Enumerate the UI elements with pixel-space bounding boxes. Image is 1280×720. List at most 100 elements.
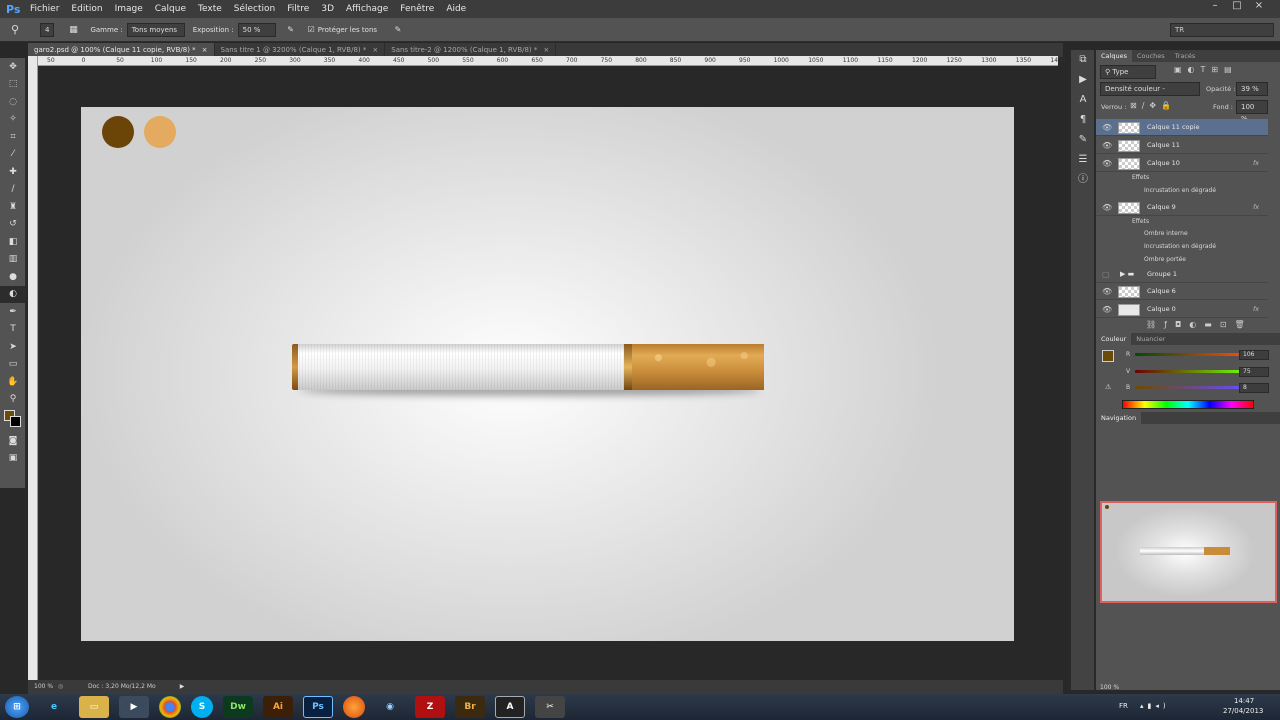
navigator-preview[interactable] bbox=[1100, 501, 1277, 603]
v-value[interactable]: 75 bbox=[1239, 367, 1269, 377]
hand-tool-icon[interactable]: ✋ bbox=[0, 373, 26, 391]
layer-row[interactable]: 👁 Calque 6 bbox=[1096, 283, 1268, 300]
menu-edition[interactable]: Edition bbox=[71, 4, 102, 14]
tab-close-icon[interactable]: × bbox=[543, 46, 549, 54]
zoom-tool-icon[interactable]: ⚲ bbox=[0, 391, 26, 409]
effect-item[interactable]: Incrustation en dégradé bbox=[1144, 185, 1216, 197]
path-select-tool-icon[interactable]: ➤ bbox=[0, 338, 26, 356]
brush-tool-icon[interactable]: ∕ bbox=[0, 181, 26, 199]
filezilla-icon[interactable]: Z bbox=[415, 696, 445, 718]
system-tray-icons[interactable]: ▴▮◂) bbox=[1140, 702, 1170, 710]
menu-texte[interactable]: Texte bbox=[198, 4, 222, 14]
menu-affichage[interactable]: Affichage bbox=[346, 4, 388, 14]
tab-couleur[interactable]: Couleur bbox=[1096, 333, 1132, 345]
lock-icons[interactable]: ⊠∕✥🔒 bbox=[1130, 101, 1176, 110]
menu-fenetre[interactable]: Fenêtre bbox=[400, 4, 434, 14]
visibility-eye-icon[interactable]: 👁 bbox=[1102, 283, 1112, 300]
fx-icon[interactable]: fx bbox=[1253, 199, 1259, 216]
screen-mode-icon[interactable]: ▣ bbox=[0, 450, 26, 468]
photoshop-taskbar-icon[interactable]: Ps bbox=[303, 696, 333, 718]
internet-explorer-icon[interactable]: e bbox=[39, 696, 69, 718]
tab-close-icon[interactable]: × bbox=[372, 46, 378, 54]
illustrator-icon[interactable]: Ai bbox=[263, 696, 293, 718]
visibility-eye-icon[interactable]: 👁 bbox=[1102, 301, 1112, 318]
pen-tool-icon[interactable]: ✒ bbox=[0, 303, 26, 321]
lasso-tool-icon[interactable]: ◌ bbox=[0, 93, 26, 111]
b-slider[interactable] bbox=[1135, 386, 1246, 389]
visibility-eye-icon[interactable]: ▢ bbox=[1102, 266, 1110, 283]
language-indicator[interactable]: FR bbox=[1119, 702, 1128, 710]
menu-aide[interactable]: Aide bbox=[446, 4, 466, 14]
warning-icon[interactable]: ⚠ bbox=[1105, 383, 1111, 391]
menu-3d[interactable]: 3D bbox=[321, 4, 334, 14]
b-value[interactable]: 8 bbox=[1239, 383, 1269, 393]
r-value[interactable]: 106 bbox=[1239, 350, 1269, 360]
move-tool-icon[interactable]: ✥ bbox=[0, 58, 26, 76]
menu-selection[interactable]: Sélection bbox=[234, 4, 275, 14]
color-spectrum[interactable] bbox=[1122, 400, 1254, 409]
layer-row[interactable]: 👁 Calque 11 copie bbox=[1096, 119, 1268, 136]
menu-fichier[interactable]: Fichier bbox=[30, 4, 59, 14]
effect-item[interactable]: Incrustation en dégradé bbox=[1144, 241, 1216, 253]
r-slider[interactable] bbox=[1135, 353, 1246, 356]
color-swatches-icon[interactable] bbox=[0, 408, 26, 432]
zoom-level[interactable]: 100 % bbox=[28, 680, 58, 694]
visibility-eye-icon[interactable]: 👁 bbox=[1102, 199, 1112, 216]
effect-item[interactable]: Ombre portée bbox=[1144, 254, 1186, 266]
airbrush-icon[interactable]: ✎ bbox=[282, 25, 300, 34]
blend-mode-select[interactable]: Densité couleur - bbox=[1100, 82, 1200, 96]
messenger-icon[interactable]: ◉ bbox=[375, 696, 405, 718]
tab-navigation[interactable]: Navigation bbox=[1096, 412, 1142, 424]
tab-close-icon[interactable]: × bbox=[202, 46, 208, 54]
brush-presets-icon[interactable]: ✎ bbox=[1071, 130, 1095, 150]
tab-traces[interactable]: Tracés bbox=[1170, 50, 1201, 62]
gradient-tool-icon[interactable]: ▥ bbox=[0, 251, 26, 269]
text-tool-icon[interactable]: T bbox=[0, 321, 26, 339]
pressure-icon[interactable]: ✎ bbox=[389, 25, 407, 34]
quick-select-tool-icon[interactable]: ✧ bbox=[0, 111, 26, 129]
layer-row[interactable]: 👁 Calque 9 fx bbox=[1096, 199, 1268, 216]
skype-icon[interactable]: S bbox=[191, 696, 213, 718]
adjustments-icon[interactable]: ☰ bbox=[1071, 150, 1095, 170]
layer-group-row[interactable]: ▢ ▶ ▬ Groupe 1 bbox=[1096, 266, 1268, 283]
gamme-select[interactable]: Tons moyens bbox=[126, 22, 185, 37]
layer-filter-icons[interactable]: ▣◐T⊞▤ bbox=[1174, 65, 1238, 74]
fx-icon[interactable]: fx bbox=[1253, 301, 1259, 318]
history-panel-icon[interactable]: ⧉ bbox=[1071, 50, 1095, 70]
bridge-icon[interactable]: Br bbox=[455, 696, 485, 718]
character-panel-icon[interactable]: A bbox=[1071, 90, 1095, 110]
fill-field[interactable]: 100 % bbox=[1236, 100, 1268, 123]
group-folder-icon[interactable]: ▶ ▬ bbox=[1120, 266, 1134, 283]
menu-image[interactable]: Image bbox=[115, 4, 143, 14]
exposition-field[interactable]: 50 % bbox=[237, 22, 276, 37]
start-button-icon[interactable]: ⊞ bbox=[5, 696, 29, 718]
visibility-eye-icon[interactable]: 👁 bbox=[1102, 137, 1112, 154]
status-menu-icon[interactable]: ▶ bbox=[180, 680, 185, 694]
workspace-select[interactable]: TR bbox=[1170, 23, 1274, 37]
visibility-eye-icon[interactable]: 👁 bbox=[1102, 155, 1112, 172]
tab-calques[interactable]: Calques bbox=[1096, 50, 1132, 62]
file-explorer-icon[interactable]: ▭ bbox=[79, 696, 109, 718]
tab-couches[interactable]: Couches bbox=[1132, 50, 1170, 62]
crop-tool-icon[interactable]: ⌗ bbox=[0, 128, 26, 146]
tab-sans-titre-1[interactable]: Sans titre 1 @ 3200% (Calque 1, RVB/8) *… bbox=[215, 43, 386, 57]
history-brush-icon[interactable]: ↺ bbox=[0, 216, 26, 234]
visibility-eye-icon[interactable]: 👁 bbox=[1102, 119, 1112, 136]
tab-sans-titre-2[interactable]: Sans titre-2 @ 1200% (Calque 1, RVB/8) *… bbox=[385, 43, 557, 57]
info-panel-icon[interactable]: ⓘ bbox=[1071, 170, 1095, 190]
menu-calque[interactable]: Calque bbox=[155, 4, 186, 14]
layer-kind-filter[interactable]: ⚲ Type bbox=[1100, 65, 1156, 79]
dodge-tool-icon[interactable]: ◐ bbox=[0, 285, 26, 303]
effect-item[interactable]: Ombre interne bbox=[1144, 228, 1188, 240]
layer-row[interactable]: 👁 Calque 0 fx bbox=[1096, 301, 1268, 318]
eyedropper-tool-icon[interactable]: ⁄ bbox=[0, 146, 26, 164]
app-icon[interactable]: ✂ bbox=[535, 696, 565, 718]
tab-nuancier[interactable]: Nuancier bbox=[1131, 333, 1170, 345]
eraser-tool-icon[interactable]: ◧ bbox=[0, 233, 26, 251]
navigation-zoom[interactable]: 100 % bbox=[1100, 684, 1119, 691]
paragraph-panel-icon[interactable]: ¶ bbox=[1071, 110, 1095, 130]
fx-icon[interactable]: fx bbox=[1253, 155, 1259, 172]
dreamweaver-icon[interactable]: Dw bbox=[223, 696, 253, 718]
media-player-icon[interactable]: ▶ bbox=[119, 696, 149, 718]
chrome-icon[interactable] bbox=[159, 696, 181, 718]
